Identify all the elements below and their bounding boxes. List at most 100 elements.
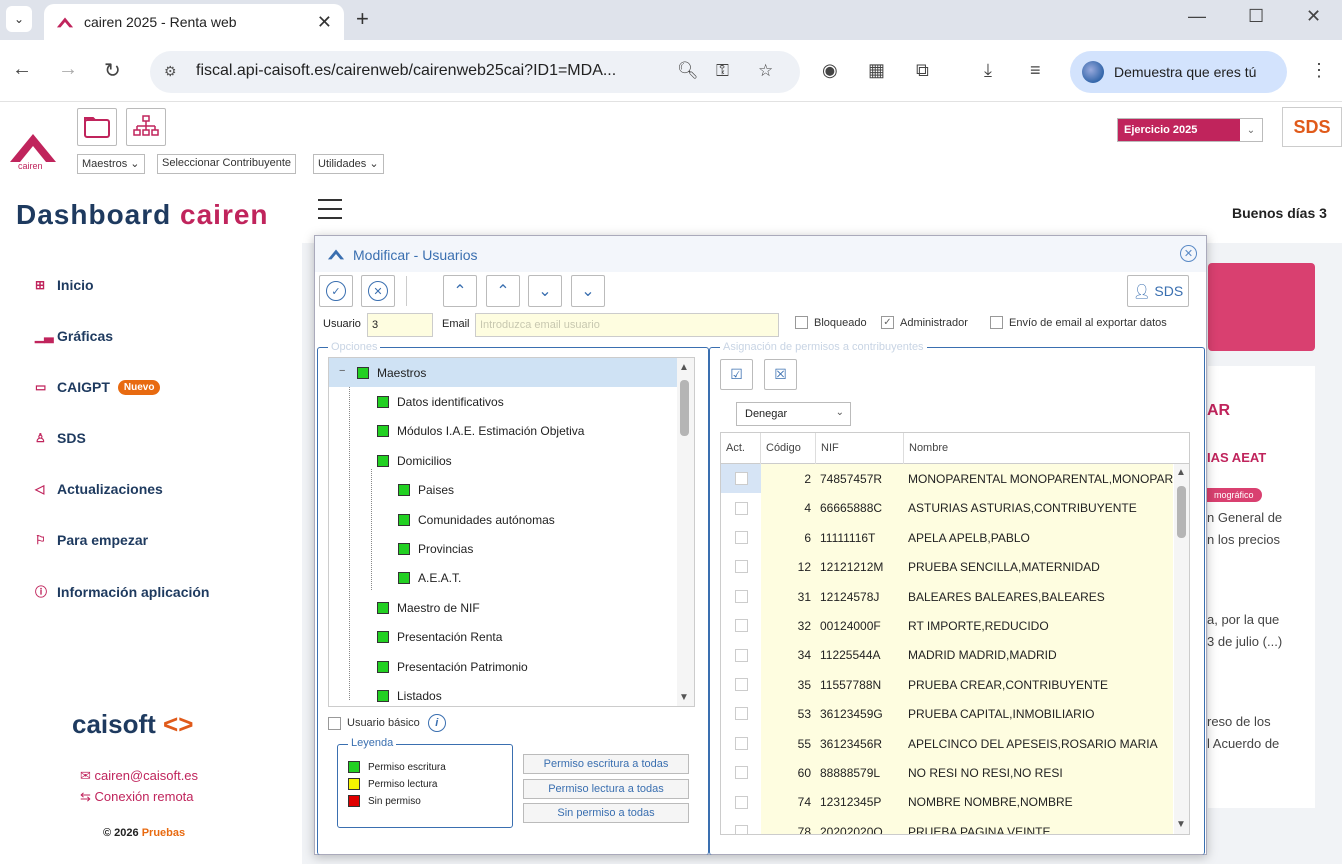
permission-square-icon[interactable]: [377, 601, 389, 614]
hamburger-menu-icon[interactable]: [318, 199, 342, 221]
menu-maestros[interactable]: Maestros ⌄: [77, 154, 145, 174]
profile-button[interactable]: Demuestra que eres tú: [1070, 51, 1287, 93]
permission-square-icon[interactable]: [398, 484, 410, 497]
scroll-up-icon[interactable]: ▲: [679, 362, 689, 373]
permission-select[interactable]: Denegar ⌄: [736, 402, 851, 426]
bloqueado-checkbox[interactable]: Bloqueado: [795, 316, 867, 329]
zoom-icon[interactable]: 🔍︎: [677, 61, 699, 81]
sds-user-button[interactable]: 👤︎ SDS: [1127, 275, 1189, 307]
sidebar-item-inicio[interactable]: ⊞ Inicio: [35, 277, 94, 293]
scroll-down-icon[interactable]: ▼: [679, 692, 689, 703]
reload-icon[interactable]: ↻: [104, 58, 121, 83]
first-record-button[interactable]: ⌃: [443, 275, 477, 307]
act-cell[interactable]: [721, 464, 761, 494]
maximize-icon[interactable]: ☐: [1248, 6, 1264, 27]
checkbox-box[interactable]: [734, 472, 748, 486]
tree-item[interactable]: Domicilios: [329, 446, 677, 475]
permission-square-icon[interactable]: [398, 513, 410, 526]
accept-button[interactable]: ✓: [319, 275, 353, 307]
cancel-button[interactable]: ✕: [361, 275, 395, 307]
column-header-nif[interactable]: NIF: [816, 433, 904, 464]
download-icon[interactable]: ⤓: [984, 60, 992, 81]
email-input[interactable]: Introduzca email usuario: [475, 313, 779, 337]
tree-item[interactable]: Módulos I.A.E. Estimación Objetiva: [329, 417, 677, 446]
act-cell[interactable]: [721, 611, 761, 640]
sidebar-item-sds[interactable]: ♙ SDS: [35, 430, 86, 446]
scroll-thumb[interactable]: [1177, 486, 1186, 538]
permission-square-icon[interactable]: [377, 631, 389, 644]
table-row[interactable]: 60 88888579L NO RESI NO RESI,NO RESI: [721, 758, 1173, 788]
act-cell[interactable]: [721, 493, 761, 522]
previous-record-button[interactable]: ⌃: [486, 275, 520, 307]
email-link[interactable]: ✉ cairen@caisoft.es: [80, 768, 198, 784]
scroll-down-icon[interactable]: ▼: [1176, 819, 1186, 830]
envio-email-checkbox[interactable]: Envío de email al exportar datos: [990, 316, 1167, 329]
sidebar-item-para-empezar[interactable]: ⚐ Para empezar: [35, 532, 148, 548]
table-row[interactable]: 6 11111116T APELA APELB,PABLO: [721, 522, 1173, 553]
folder-button[interactable]: [77, 108, 117, 146]
tree-item[interactable]: Presentación Patrimonio: [329, 652, 677, 681]
checkbox-box[interactable]: [734, 707, 748, 721]
permiso-lectura-todas-button[interactable]: Permiso lectura a todas: [523, 779, 689, 799]
table-row[interactable]: 53 36123459G PRUEBA CAPITAL,INMOBILIARIO: [721, 699, 1173, 729]
forward-arrow-icon[interactable]: →: [58, 58, 78, 81]
act-cell[interactable]: [721, 729, 761, 758]
table-row[interactable]: 31 12124578J BALEARES BALEARES,BALEARES: [721, 581, 1173, 611]
checkbox-box[interactable]: [734, 619, 748, 633]
tree-item[interactable]: A.E.A.T.: [329, 564, 677, 593]
scroll-up-icon[interactable]: ▲: [1176, 467, 1186, 478]
table-row[interactable]: 4 66665888C ASTURIAS ASTURIAS,CONTRIBUYENT…: [721, 493, 1173, 523]
tree-item[interactable]: Presentación Renta: [329, 623, 677, 652]
tree-scrollbar[interactable]: ▲ ▼: [677, 358, 694, 706]
address-bar[interactable]: ⚙ fiscal.api-caisoft.es/cairenweb/cairen…: [150, 51, 800, 93]
permission-square-icon[interactable]: [357, 366, 369, 379]
new-tab-icon[interactable]: +: [356, 6, 369, 32]
act-cell[interactable]: [721, 552, 761, 581]
remote-connection-link[interactable]: ⇆ Conexión remota: [80, 789, 194, 805]
org-chart-button[interactable]: [126, 108, 166, 146]
table-row[interactable]: 34 11225544A MADRID MADRID,MADRID: [721, 640, 1173, 670]
sidebar-item-graficas[interactable]: ▁▃ Gráficas: [35, 328, 113, 344]
tree-item[interactable]: Maestros −: [329, 358, 677, 387]
sin-permiso-todas-button[interactable]: Sin permiso a todas: [523, 803, 689, 823]
table-row[interactable]: 12 12121212M PRUEBA SENCILLA,MATERNIDAD: [721, 552, 1173, 582]
extension-globe-icon[interactable]: ◉: [822, 60, 838, 81]
permissions-tree[interactable]: Maestros − Datos identificativos Módulos I.…: [328, 357, 695, 707]
last-record-button[interactable]: ⌄: [571, 275, 605, 307]
permission-square-icon[interactable]: [377, 454, 389, 467]
extensions-puzzle-icon[interactable]: ⧉: [916, 60, 929, 81]
ejercicio-select[interactable]: Ejercicio 2025 ⌄: [1117, 118, 1263, 142]
close-dialog-icon[interactable]: ✕: [1180, 245, 1197, 262]
tree-item[interactable]: Datos identificativos: [329, 387, 677, 416]
checkbox-box[interactable]: [734, 530, 748, 544]
table-row[interactable]: 2 74857457R MONOPARENTAL MONOPARENTAL,MONO…: [721, 464, 1173, 494]
checkbox-box[interactable]: [734, 766, 748, 780]
menu-seleccionar-contribuyente[interactable]: Seleccionar Contribuyente: [157, 154, 297, 174]
browser-tab[interactable]: cairen 2025 - Renta web ✕: [44, 4, 344, 40]
permission-square-icon[interactable]: [377, 395, 389, 408]
tab-search-button[interactable]: ⌄: [6, 6, 32, 32]
back-arrow-icon[interactable]: ←: [12, 58, 32, 81]
tree-item[interactable]: Maestro de NIF: [329, 593, 677, 622]
checkbox-box[interactable]: [734, 824, 748, 834]
close-tab-icon[interactable]: ✕: [317, 12, 332, 33]
menu-utilidades[interactable]: Utilidades ⌄: [313, 154, 384, 174]
site-settings-icon[interactable]: ⚙: [164, 63, 177, 80]
permiso-escritura-todas-button[interactable]: Permiso escritura a todas: [523, 754, 689, 774]
grid-scrollbar[interactable]: ▲ ▼: [1174, 464, 1189, 834]
act-cell[interactable]: [721, 582, 761, 611]
table-row[interactable]: 78 20202020Q PRUEBA PAGINA VEINTE: [721, 816, 1173, 834]
table-row[interactable]: 55 36123456R APELCINCO DEL APESEIS,ROSARIO…: [721, 728, 1173, 758]
column-header-codigo[interactable]: Código: [761, 433, 816, 464]
checkbox-box[interactable]: [734, 589, 748, 603]
permission-square-icon[interactable]: [377, 689, 389, 702]
media-control-icon[interactable]: ≡: [1030, 60, 1041, 81]
usuario-basico-checkbox[interactable]: Usuario básico i: [328, 714, 446, 732]
close-window-icon[interactable]: ✕: [1306, 6, 1321, 27]
permission-square-icon[interactable]: [398, 572, 410, 585]
act-cell[interactable]: [721, 817, 761, 834]
sidebar-item-informacion[interactable]: ⓘ Información aplicación: [35, 583, 209, 600]
usuario-input[interactable]: 3: [367, 313, 433, 337]
key-icon[interactable]: ⚿: [716, 61, 729, 81]
next-record-button[interactable]: ⌄: [528, 275, 562, 307]
